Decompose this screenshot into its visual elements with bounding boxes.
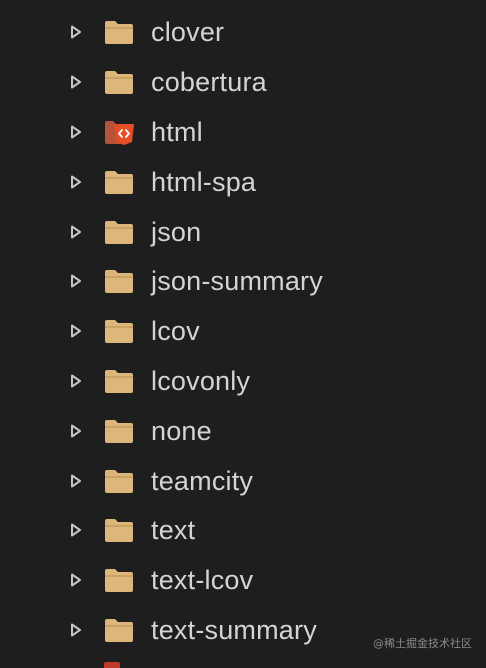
- tree-item-label: html: [151, 117, 203, 147]
- tree-item-label: json-summary: [151, 266, 323, 296]
- chevron-right-icon[interactable]: [70, 573, 82, 587]
- folder-icon: [105, 320, 133, 343]
- tree-item-teamcity[interactable]: teamcity: [0, 462, 486, 502]
- folder-icon: [105, 221, 133, 244]
- tree-item-label: lcov: [151, 316, 200, 346]
- chevron-right-icon[interactable]: [70, 125, 82, 139]
- chevron-right-icon[interactable]: [70, 175, 82, 189]
- folder-icon: [105, 370, 133, 393]
- tree-item-label: html-spa: [151, 167, 257, 197]
- tree-item-label: cobertura: [151, 67, 267, 97]
- chevron-right-icon[interactable]: [70, 225, 82, 239]
- chevron-right-icon[interactable]: [70, 75, 82, 89]
- folder-icon: [105, 470, 133, 493]
- chevron-right-icon[interactable]: [70, 523, 82, 537]
- tree-item-label: clover: [151, 17, 225, 47]
- chevron-right-icon[interactable]: [70, 374, 82, 388]
- tree-item-html-spa[interactable]: html-spa: [0, 163, 486, 203]
- next-item-icon-partial: [104, 662, 120, 668]
- tree-item-label: text-summary: [151, 615, 317, 645]
- folder-icon: [105, 519, 133, 542]
- folder-icon: [105, 171, 133, 194]
- chevron-right-icon[interactable]: [70, 274, 82, 288]
- tree-item-json-summary[interactable]: json-summary: [0, 262, 486, 302]
- tree-item-json[interactable]: json: [0, 213, 486, 253]
- tree-item-label: text: [151, 515, 196, 545]
- folder-icon: [105, 71, 133, 94]
- chevron-right-icon[interactable]: [70, 474, 82, 488]
- tree-item-lcovonly[interactable]: lcovonly: [0, 362, 486, 402]
- chevron-right-icon[interactable]: [70, 623, 82, 637]
- tree-item-text[interactable]: text: [0, 511, 486, 551]
- tree-item-none[interactable]: none: [0, 412, 486, 452]
- tree-item-label: json: [151, 217, 202, 247]
- html-folder-icon: [105, 121, 134, 145]
- tree-item-lcov[interactable]: lcov: [0, 312, 486, 352]
- tree-item-html[interactable]: html: [0, 113, 486, 153]
- tree-item-clover[interactable]: clover: [0, 13, 486, 53]
- file-explorer-tree: clover cobertura html html-spa json json…: [0, 0, 486, 668]
- folder-icon: [105, 569, 133, 592]
- chevron-right-icon[interactable]: [70, 324, 82, 338]
- tree-item-cobertura[interactable]: cobertura: [0, 63, 486, 103]
- tree-item-label: none: [151, 416, 212, 446]
- folder-icon: [105, 270, 133, 293]
- folder-icon: [105, 619, 133, 642]
- folder-icon: [105, 420, 133, 443]
- folder-icon: [105, 21, 133, 44]
- tree-item-label: lcovonly: [151, 366, 251, 396]
- tree-item-label: teamcity: [151, 466, 254, 496]
- chevron-right-icon[interactable]: [70, 424, 82, 438]
- tree-item-text-lcov[interactable]: text-lcov: [0, 561, 486, 601]
- chevron-right-icon[interactable]: [70, 25, 82, 39]
- watermark: @稀土掘金技术社区: [373, 637, 472, 650]
- tree-item-label: text-lcov: [151, 565, 254, 595]
